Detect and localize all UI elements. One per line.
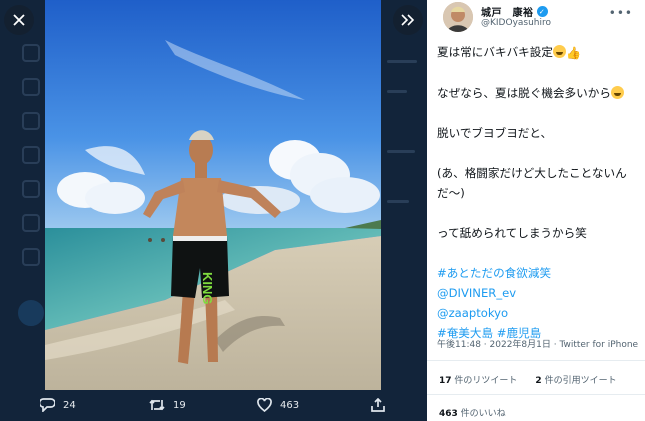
quotes-stat[interactable]: 2 件の引用ツイート bbox=[535, 373, 616, 386]
bg-bookmarks-icon bbox=[22, 180, 40, 198]
bg-lists-icon bbox=[22, 214, 40, 232]
bg-profile-icon bbox=[22, 248, 40, 266]
reply-count: 24 bbox=[63, 399, 76, 411]
media-action-bar: 24 19 463 bbox=[0, 390, 427, 421]
retweets-count: 17 bbox=[439, 376, 452, 386]
background-sidebar bbox=[0, 0, 44, 421]
bg-explore-icon bbox=[22, 78, 40, 96]
divider bbox=[427, 394, 645, 395]
mention-link[interactable]: @zaaptokyo bbox=[437, 303, 642, 323]
tweet-panel: 城戸 康裕 ✓ @KIDOyasuhiro ••• 夏は常にバキバキ設定 👍 なぜ… bbox=[427, 0, 645, 421]
likes-stat[interactable]: 463 件のいいね bbox=[439, 406, 506, 419]
hashtag-link[interactable]: #あとただの食欲減笑 bbox=[437, 263, 642, 283]
author-name-text: 城戸 康裕 bbox=[481, 8, 534, 19]
retweets-label: 件のリツイート bbox=[454, 376, 518, 386]
bg-messages-icon bbox=[22, 146, 40, 164]
background-timeline bbox=[381, 0, 427, 421]
tweet-text: 夏は常にバキバキ設定 👍 なぜなら、夏は脱ぐ機会多いから 脱いでブヨブヨだと、 (… bbox=[437, 42, 642, 343]
tweet-line: 夏は常にバキバキ設定 👍 bbox=[437, 42, 642, 63]
quotes-count: 2 bbox=[535, 376, 542, 386]
tweet-line: なぜなら、夏は脱ぐ機会多いから bbox=[437, 83, 642, 103]
more-options-icon[interactable]: ••• bbox=[609, 6, 633, 20]
grinning-squinting-face-icon bbox=[552, 45, 566, 58]
tweet-photo[interactable]: KING bbox=[45, 0, 381, 390]
heart-icon bbox=[257, 398, 272, 412]
tweet-line-text: なぜなら、夏は脱ぐ機会多いから bbox=[437, 86, 611, 100]
verified-badge-icon: ✓ bbox=[536, 6, 548, 17]
bg-home-icon bbox=[22, 44, 40, 62]
tweet-line-text: 夏は常にバキバキ設定 bbox=[437, 45, 553, 59]
like-count: 463 bbox=[280, 399, 300, 411]
beach-photo-image: KING bbox=[45, 0, 381, 390]
tweet-timestamp[interactable]: 午後11:48 · 2022年8月1日 · Twitter for iPhone bbox=[437, 337, 638, 350]
toggle-panel-button[interactable] bbox=[393, 5, 423, 35]
quotes-label: 件の引用ツイート bbox=[544, 376, 617, 386]
retweet-icon bbox=[149, 399, 165, 411]
author-row: 城戸 康裕 ✓ @KIDOyasuhiro ••• bbox=[437, 0, 635, 38]
grinning-squinting-face-icon bbox=[610, 86, 624, 99]
svg-text:KING: KING bbox=[200, 272, 215, 305]
divider bbox=[427, 360, 645, 361]
author-name[interactable]: 城戸 康裕 ✓ bbox=[481, 4, 548, 19]
reply-icon bbox=[40, 398, 55, 412]
close-icon bbox=[13, 14, 25, 26]
reply-button[interactable]: 24 bbox=[40, 398, 76, 412]
bg-line bbox=[387, 150, 415, 153]
tweet-line: って舐められてしまうから笑 bbox=[437, 226, 587, 240]
bg-compose-icon bbox=[18, 300, 44, 326]
thumbs-up-icon: 👍 bbox=[565, 46, 581, 60]
media-viewer-overlay: KING 24 19 463 bbox=[0, 0, 427, 421]
tweet-line: 脱いでブヨブヨだと、 bbox=[437, 126, 553, 140]
bg-line bbox=[387, 90, 407, 93]
engagement-stats: 17 件のリツイート 2 件の引用ツイート bbox=[439, 373, 617, 386]
mention-link[interactable]: @DIVINER_ev bbox=[437, 283, 642, 303]
bg-notifications-icon bbox=[22, 112, 40, 130]
bg-line bbox=[387, 60, 417, 63]
author-handle[interactable]: @KIDOyasuhiro bbox=[481, 18, 551, 28]
share-button[interactable] bbox=[371, 398, 385, 412]
share-icon bbox=[371, 398, 385, 412]
retweet-count: 19 bbox=[173, 399, 186, 411]
like-button[interactable]: 463 bbox=[257, 398, 299, 412]
likes-count: 463 bbox=[439, 409, 458, 419]
double-chevron-right-icon bbox=[401, 14, 415, 26]
retweets-stat[interactable]: 17 件のリツイート bbox=[439, 373, 517, 386]
avatar[interactable] bbox=[443, 2, 473, 32]
retweet-button[interactable]: 19 bbox=[149, 398, 186, 412]
avatar-image bbox=[443, 2, 473, 32]
tweet-line: (あ、格闘家だけど大したことないんだ〜) bbox=[437, 166, 627, 200]
close-button[interactable] bbox=[4, 5, 34, 35]
likes-label: 件のいいね bbox=[460, 409, 506, 419]
bg-line bbox=[387, 200, 409, 203]
